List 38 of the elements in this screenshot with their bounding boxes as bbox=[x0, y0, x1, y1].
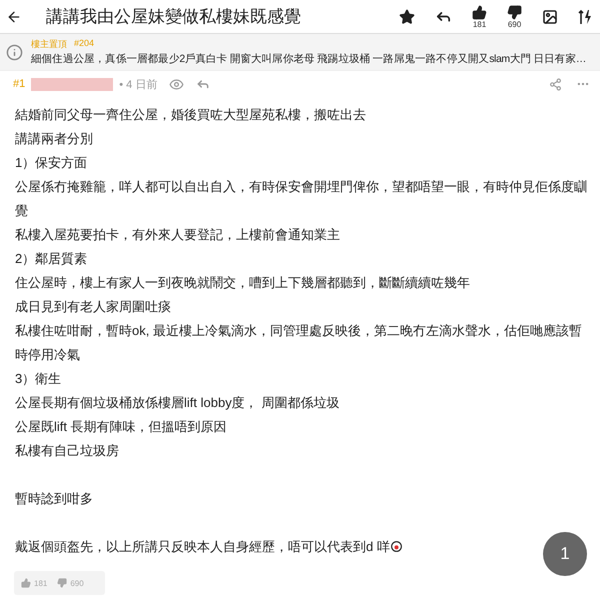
thumbs-up-icon[interactable] bbox=[472, 4, 487, 20]
post-time: • 4 日前 bbox=[119, 78, 158, 92]
post-text: 3）衛生 bbox=[15, 370, 62, 388]
dislike-count: 690 bbox=[508, 20, 522, 28]
post-text: 結婚前同父母一齊住公屋，婚後買咗大型屋苑私樓，搬咗出去 bbox=[15, 106, 366, 124]
thumbs-down-icon[interactable] bbox=[57, 578, 68, 588]
post-text: 公屋係冇掩雞籠，咩人都可以自出自入，有時保安會開埋門俾你，望都唔望一眼，有時仲見佢係度瞓覺 bbox=[15, 178, 588, 220]
post-text: 公屋長期有個垃圾桶放係樓層lift lobby度， 周圍都係垃圾 bbox=[15, 394, 340, 412]
dislike-count: 690 bbox=[70, 578, 84, 588]
floor-number: #1 bbox=[13, 78, 26, 90]
thumbs-up-icon[interactable] bbox=[21, 578, 31, 588]
pinned-floor: #204 bbox=[74, 38, 94, 50]
post-text: 2）鄰居質素 bbox=[15, 250, 88, 268]
thread-title: 講講我由公屋妹變做私樓妹既感覺 bbox=[45, 6, 302, 28]
post-text: 私樓有自己垃圾房 bbox=[15, 442, 119, 460]
post-text: 成日見到有老人家周圍吐痰 bbox=[15, 298, 171, 316]
pinned-text: 細個住過公屋，真係一層都最少2戶真白卡 開窗大叫屌你老母 飛踢垃圾桶 一路屌鬼一路不停又開又slam大門 日日有家… bbox=[31, 52, 586, 66]
post-text: 暫時諗到咁多 bbox=[15, 490, 93, 508]
thumbs-down-icon[interactable] bbox=[507, 4, 522, 20]
post-text: 住公屋時，樓上有家人一到夜晚就鬧交，嘈到上下幾層都聽到，斷斷續續咗幾年 bbox=[15, 274, 470, 292]
post-text: 公屋既lift 長期有陣味，但搵唔到原因 bbox=[15, 418, 227, 436]
post-text: 私樓入屋苑要拍卡，有外來人要登記，上樓前會通知業主 bbox=[15, 226, 340, 244]
like-count: 181 bbox=[34, 578, 48, 588]
image-icon[interactable] bbox=[542, 8, 558, 24]
post-text: 講講兩者分別 bbox=[15, 130, 93, 148]
post-text: 私樓住咗咁耐，暫時ok, 最近樓上冷氣滴水，同管理處反映後，第二晚冇左滴水聲水，估佢哋應該暫時停用冷氣 bbox=[15, 322, 583, 364]
sort-icon[interactable] bbox=[578, 8, 592, 24]
star-icon[interactable] bbox=[399, 8, 415, 24]
info-icon bbox=[6, 44, 23, 60]
post-text: 1）保安方面 bbox=[15, 154, 88, 172]
share-icon[interactable] bbox=[549, 78, 562, 90]
post-text: 戴返個頭盔先，以上所講只反映本人自身經歷，唔可以代表到d 咩 bbox=[15, 535, 402, 559]
back-icon[interactable] bbox=[6, 8, 22, 24]
eye-icon[interactable] bbox=[169, 76, 184, 92]
pinned-label: 樓主置頂 bbox=[31, 38, 67, 51]
pinned-bar[interactable]: 樓主置頂 #204 細個住過公屋，真係一層都最少2戶真白卡 開窗大叫屌你老母 飛踢垃圾桶 一路屌鬼一路不停又開又slam大門 日日有家… bbox=[0, 34, 600, 71]
page-button[interactable]: 1 bbox=[543, 532, 587, 576]
like-count: 181 bbox=[472, 20, 486, 28]
